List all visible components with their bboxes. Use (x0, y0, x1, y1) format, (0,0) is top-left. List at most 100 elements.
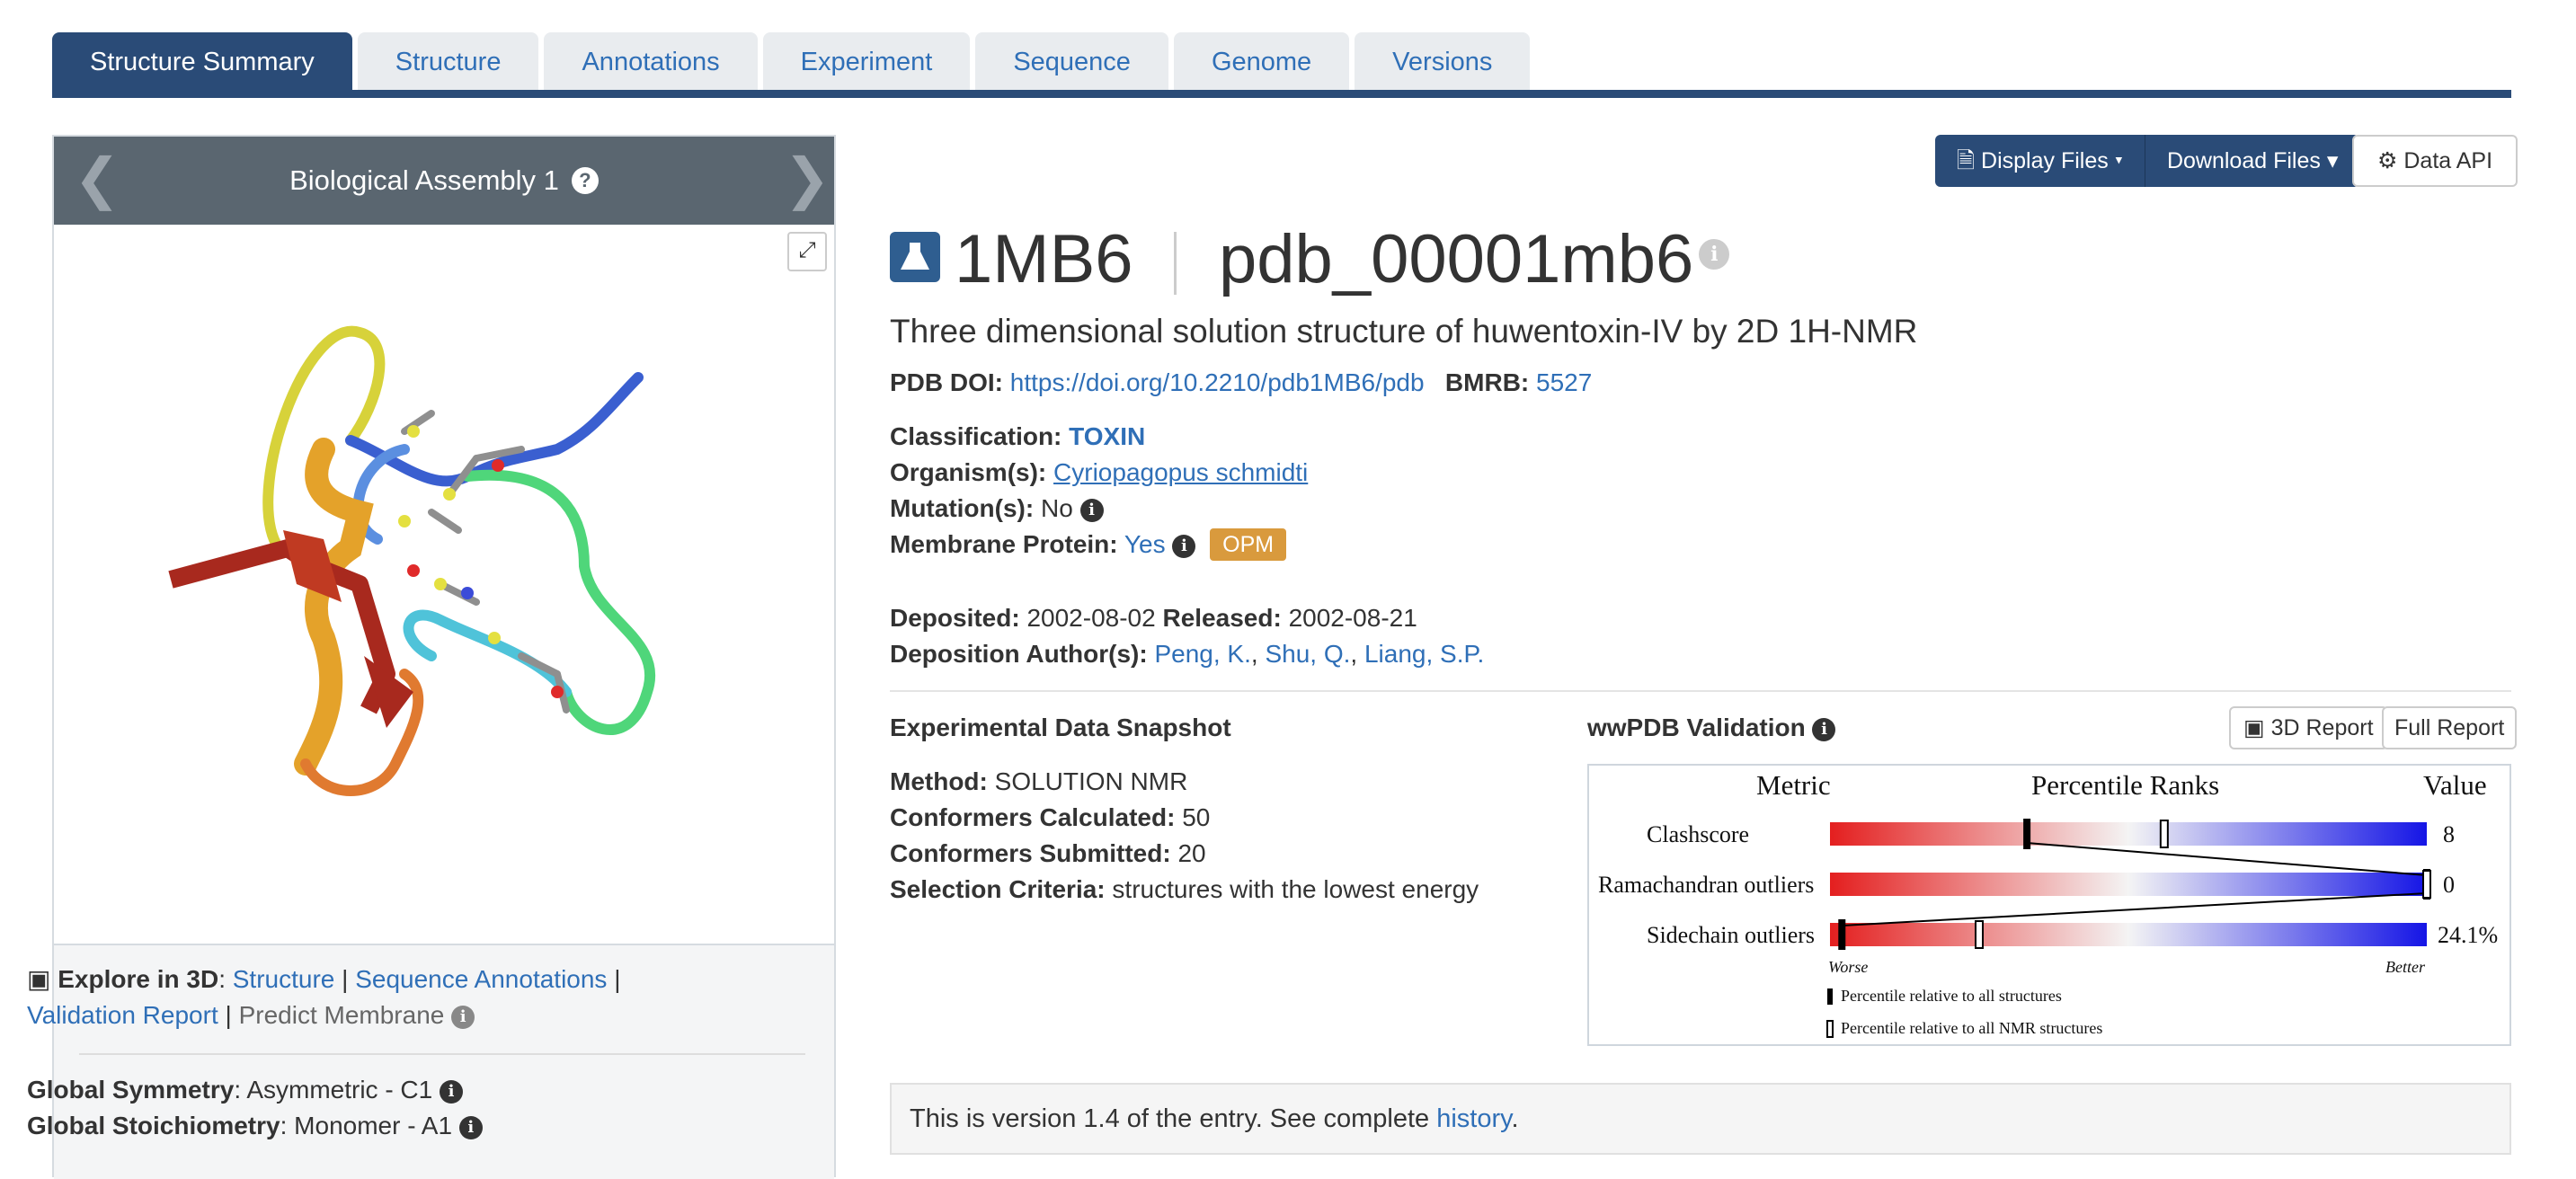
legend-nmr: Percentile relative to all NMR structure… (1841, 1019, 2103, 1037)
doi-line: PDB DOI: https://doi.org/10.2210/pdb1MB6… (890, 365, 1592, 401)
method-line: Method: SOLUTION NMR (890, 764, 1187, 800)
mutation-line: Mutation(s): No i (890, 491, 1104, 527)
global-stoichiometry-value: Monomer - A1 (294, 1112, 453, 1139)
organism-line: Organism(s): Cyriopagopus schmidti (890, 455, 1308, 491)
metric-header: Metric (1756, 769, 1831, 801)
conformers-calculated-line: Conformers Calculated: 50 (890, 800, 1210, 836)
organism-link[interactable]: Cyriopagopus schmidti (1053, 458, 1308, 486)
percentile-bar (1830, 873, 2427, 896)
value-header: Value (2423, 769, 2487, 801)
explore-label: Explore in 3D (58, 965, 219, 993)
full-report-button[interactable]: Full Report (2382, 706, 2518, 749)
history-link[interactable]: history (1436, 1104, 1511, 1133)
tab-annotations[interactable]: Annotations (544, 32, 758, 92)
3d-report-button[interactable]: ▣ 3D Report (2229, 706, 2388, 749)
percentile-bar (1830, 822, 2427, 846)
entry-title: Three dimensional solution structure of … (890, 313, 1918, 350)
divider (890, 690, 2511, 692)
global-stoichiometry-label: Global Stoichiometry (27, 1112, 280, 1139)
membrane-value[interactable]: Yes (1124, 530, 1166, 558)
tab-versions[interactable]: Versions (1355, 32, 1531, 92)
assembly-title: Biological Assembly 1 (289, 164, 559, 196)
metric-name: Ramachandran outliers (1598, 872, 1815, 898)
conformers-submitted-value: 20 (1177, 839, 1206, 867)
global-symmetry-value: Asymmetric - C1 (246, 1076, 433, 1104)
bmrb-link[interactable]: 5527 (1536, 368, 1592, 396)
next-assembly-icon[interactable]: ❯ (784, 152, 831, 210)
tab-structure-summary[interactable]: Structure Summary (52, 32, 352, 92)
display-files-button[interactable]: 🗎 Display Files ▾ (1935, 135, 2145, 187)
version-end: . (1511, 1104, 1519, 1133)
info-icon[interactable]: i (1699, 239, 1730, 270)
3d-report-label: 3D Report (2270, 715, 2374, 740)
percentile-connector (2027, 842, 2428, 876)
author-link[interactable]: Peng, K. (1154, 640, 1250, 668)
validation-slider[interactable]: Metric Percentile Ranks Value Clashscore… (1587, 764, 2511, 1046)
explore-sequence-annotations-link[interactable]: Sequence Annotations (355, 965, 607, 993)
explore-validation-report-link[interactable]: Validation Report (27, 1001, 218, 1029)
info-icon[interactable]: i (458, 1116, 483, 1139)
organism-label: Organism(s): (890, 458, 1047, 486)
method-value: SOLUTION NMR (994, 767, 1188, 795)
doi-link[interactable]: https://doi.org/10.2210/pdb1MB6/pdb (1010, 368, 1425, 396)
conformers-submitted-line: Conformers Submitted: 20 (890, 836, 1206, 872)
file-buttons: 🗎 Display Files ▾ Download Files ▾ (1935, 135, 2360, 187)
authors-line: Deposition Author(s): Peng, K., Shu, Q.,… (890, 640, 1485, 668)
conformers-calculated-value: 50 (1182, 803, 1211, 831)
percentile-all-marker (1838, 919, 1846, 950)
tab-underline (52, 90, 2511, 98)
better-label: Better (2385, 958, 2425, 976)
tab-sequence[interactable]: Sequence (975, 32, 1168, 92)
deposited-label: Deposited: (890, 604, 1020, 632)
percentile-nmr-marker (2422, 870, 2431, 899)
mutation-value: No (1040, 494, 1073, 522)
id-separator (1174, 232, 1177, 295)
percentile-bar (1830, 923, 2427, 946)
dates-line: Deposited: 2002-08-02 Released: 2002-08-… (890, 600, 1417, 636)
info-icon[interactable]: i (440, 1080, 464, 1104)
membrane-line: Membrane Protein: Yes i OPM (890, 527, 1287, 563)
explore-3d: ▣ Explore in 3D: Structure | Sequence An… (27, 965, 621, 1029)
tab-experiment[interactable]: Experiment (762, 32, 971, 92)
fullscreen-icon[interactable]: ⤢ (787, 232, 827, 271)
info-icon[interactable]: i (451, 1006, 475, 1029)
author-link[interactable]: Shu, Q. (1265, 640, 1350, 668)
classification-label: Classification: (890, 422, 1062, 450)
classification-link[interactable]: TOXIN (1069, 422, 1145, 450)
pdb-id: pdb_00001mb6 (1219, 221, 1694, 297)
predict-membrane: Predict Membrane (238, 1001, 445, 1029)
download-files-label: Download Files (2166, 148, 2321, 173)
metric-value: 8 (2443, 821, 2455, 847)
worse-label: Worse (1828, 958, 1869, 976)
bmrb-label: BMRB: (1444, 368, 1530, 396)
tab-structure[interactable]: Structure (357, 32, 539, 92)
conformers-submitted-label: Conformers Submitted: (890, 839, 1171, 867)
conformers-calculated-label: Conformers Calculated: (890, 803, 1176, 831)
data-api-label: Data API (2403, 148, 2493, 173)
entry-id: 1MB6 (955, 221, 1133, 297)
info-icon[interactable]: i (1079, 499, 1104, 522)
opm-badge[interactable]: OPM (1210, 528, 1287, 561)
download-files-button[interactable]: Download Files ▾ (2145, 135, 2360, 187)
structure-viewer[interactable] (54, 225, 834, 944)
info-icon[interactable]: i (1172, 535, 1196, 558)
flask-icon (890, 232, 940, 282)
author-link[interactable]: Liang, S.P. (1364, 640, 1484, 668)
metric-value: 24.1% (2438, 922, 2499, 948)
help-icon[interactable]: ? (571, 167, 599, 194)
percentile-all-marker (2023, 819, 2031, 849)
selection-criteria-label: Selection Criteria: (890, 875, 1106, 903)
data-api-button[interactable]: ⚙ Data API (2352, 135, 2518, 187)
authors-label: Deposition Author(s): (890, 640, 1148, 668)
assembly-header: ❮ Biological Assembly 1? ❯ (54, 137, 834, 225)
tab-genome[interactable]: Genome (1173, 32, 1350, 92)
version-text: This is version 1.4 of the entry. See co… (910, 1104, 1430, 1133)
mutation-label: Mutation(s): (890, 494, 1035, 522)
info-icon[interactable]: i (1812, 718, 1836, 741)
divider (79, 1053, 805, 1055)
selection-criteria-value: structures with the lowest energy (1112, 875, 1479, 903)
metric-name: Sidechain outliers (1647, 922, 1816, 948)
explore-structure-link[interactable]: Structure (233, 965, 335, 993)
selection-criteria-line: Selection Criteria: structures with the … (890, 872, 1479, 908)
percentile-nmr-marker (1975, 920, 1984, 949)
